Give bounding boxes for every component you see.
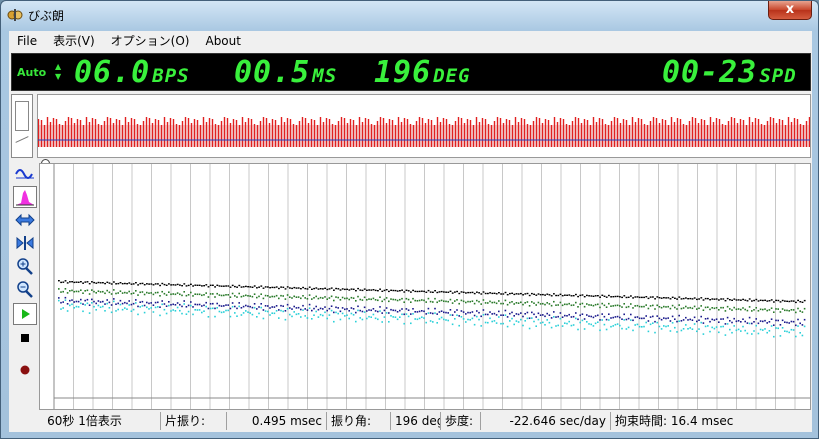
signal-waveform — [37, 117, 811, 147]
waveform-icon — [15, 169, 34, 179]
lcd-display: Auto ▲ ▼ 06.0 BPS 00.5 MS 196 DEG 00-23 SPD — [11, 53, 811, 91]
zoom-out-icon — [17, 281, 33, 298]
expand-horizontal-button[interactable] — [13, 209, 37, 231]
ms-unit: MS — [312, 65, 338, 87]
status-amplitude-label: 振り角: — [327, 412, 391, 430]
status-amplitude-value: 196 deg — [391, 412, 441, 430]
status-duration: 60秒 1倍表示 — [9, 412, 161, 430]
window-title: びぶ朗 — [28, 9, 65, 23]
client-area: File 表示(V) オプション(O) About Auto ▲ ▼ 06.0 BP… — [9, 31, 812, 432]
spd-unit: SPD — [759, 65, 797, 87]
graph-grid — [53, 164, 796, 409]
status-beat-value: 0.495 msec — [227, 412, 327, 430]
zoom-in-button[interactable] — [13, 255, 37, 277]
status-beat-label: 片振り: — [161, 412, 227, 430]
trace-navy — [58, 296, 806, 327]
app-logo-icon — [7, 9, 23, 21]
record-icon — [20, 365, 30, 375]
compress-button[interactable] — [13, 232, 37, 254]
status-rate-label: 歩度: — [441, 412, 481, 430]
close-button[interactable]: x — [768, 1, 812, 20]
histogram-icon — [16, 190, 34, 206]
level-needle — [15, 136, 29, 143]
trace-black — [58, 280, 806, 304]
signal-strip — [37, 94, 811, 158]
record-button[interactable] — [13, 359, 37, 381]
status-lock-time: 拘束時間: 16.4 msec — [615, 414, 734, 428]
compress-icon — [16, 236, 34, 250]
app-window: びぶ朗 x File 表示(V) オプション(O) About Auto ▲ ▼ … — [0, 0, 819, 439]
waveform-button[interactable] — [13, 163, 37, 185]
menu-options[interactable]: オプション(O) — [103, 31, 198, 51]
zoom-in-icon — [17, 258, 33, 275]
auto-toggle[interactable]: Auto — [17, 66, 46, 79]
deg-readout: 196 DEG — [374, 57, 471, 94]
title-bar[interactable]: びぶ朗 x — [1, 1, 818, 29]
trace-cyan — [58, 299, 806, 338]
updown-arrows-icon[interactable]: ▲ ▼ — [55, 62, 61, 82]
status-rate-value: -22.646 sec/day — [481, 412, 611, 430]
spd-readout: 00-23 SPD — [662, 57, 797, 94]
zoom-out-button[interactable] — [13, 278, 37, 300]
stop-button[interactable] — [13, 327, 37, 349]
bps-readout: 06.0 BPS — [74, 57, 190, 94]
tool-palette — [11, 163, 39, 385]
menu-about[interactable]: About — [197, 31, 248, 51]
menu-view[interactable]: 表示(V) — [45, 31, 103, 51]
bps-value: 06.0 — [74, 55, 151, 90]
deg-unit: DEG — [433, 65, 471, 87]
bps-unit: BPS — [152, 65, 190, 87]
timing-graph — [39, 163, 811, 410]
timing-plot — [53, 164, 810, 409]
ms-readout: 00.5 MS — [234, 57, 337, 94]
expand-horizontal-icon — [15, 213, 35, 227]
signal-strip-area — [11, 94, 811, 159]
level-meter[interactable] — [11, 94, 33, 158]
trace-green — [58, 288, 806, 314]
deg-value: 196 — [374, 55, 432, 90]
histogram-button[interactable] — [13, 186, 37, 208]
menu-file[interactable]: File — [9, 31, 45, 51]
status-bar: 60秒 1倍表示 片振り: 0.495 msec 振り角: 196 deg 歩度… — [9, 412, 812, 430]
spd-value: 00-23 — [662, 55, 758, 90]
play-icon — [22, 309, 30, 319]
ms-value: 00.5 — [234, 55, 311, 90]
level-gauge — [15, 101, 29, 131]
play-button[interactable] — [13, 303, 37, 325]
menu-bar: File 表示(V) オプション(O) About — [9, 31, 812, 51]
strip-band — [38, 125, 810, 147]
stop-icon — [21, 334, 29, 342]
